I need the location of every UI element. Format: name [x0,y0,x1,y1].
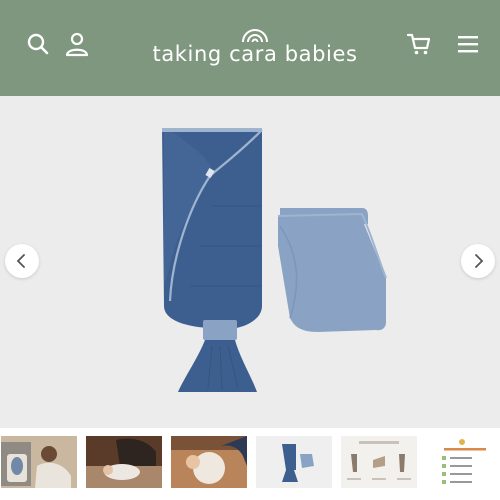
thumbnail-checklist-infographic[interactable] [426,436,500,488]
brand-name: taking cara babies [152,42,358,66]
brand-logo[interactable]: taking cara babies [150,24,360,72]
search-icon[interactable] [24,30,52,58]
thumbnail-how-to-infographic[interactable] [341,436,417,488]
previous-image-button[interactable] [5,244,39,278]
product-page: taking cara babies [0,0,500,500]
site-header: taking cara babies [0,0,500,96]
cart-icon[interactable] [405,30,433,58]
menu-icon[interactable] [454,30,482,58]
thumbnail-strip [0,434,500,490]
thumbnail-product-flatlay[interactable] [256,436,332,488]
thumbnail-baby-in-swaddle[interactable] [171,436,247,488]
rainbow-logo-icon [242,29,268,42]
product-image [162,128,387,392]
account-icon[interactable] [63,30,91,58]
chevron-right-icon [475,254,484,268]
chevron-left-icon [16,254,25,268]
product-image-carousel[interactable] [0,96,500,428]
thumbnail-baby-on-bed[interactable] [1,436,77,488]
thumbnail-parent-swaddling[interactable] [86,436,162,488]
next-image-button[interactable] [461,244,495,278]
